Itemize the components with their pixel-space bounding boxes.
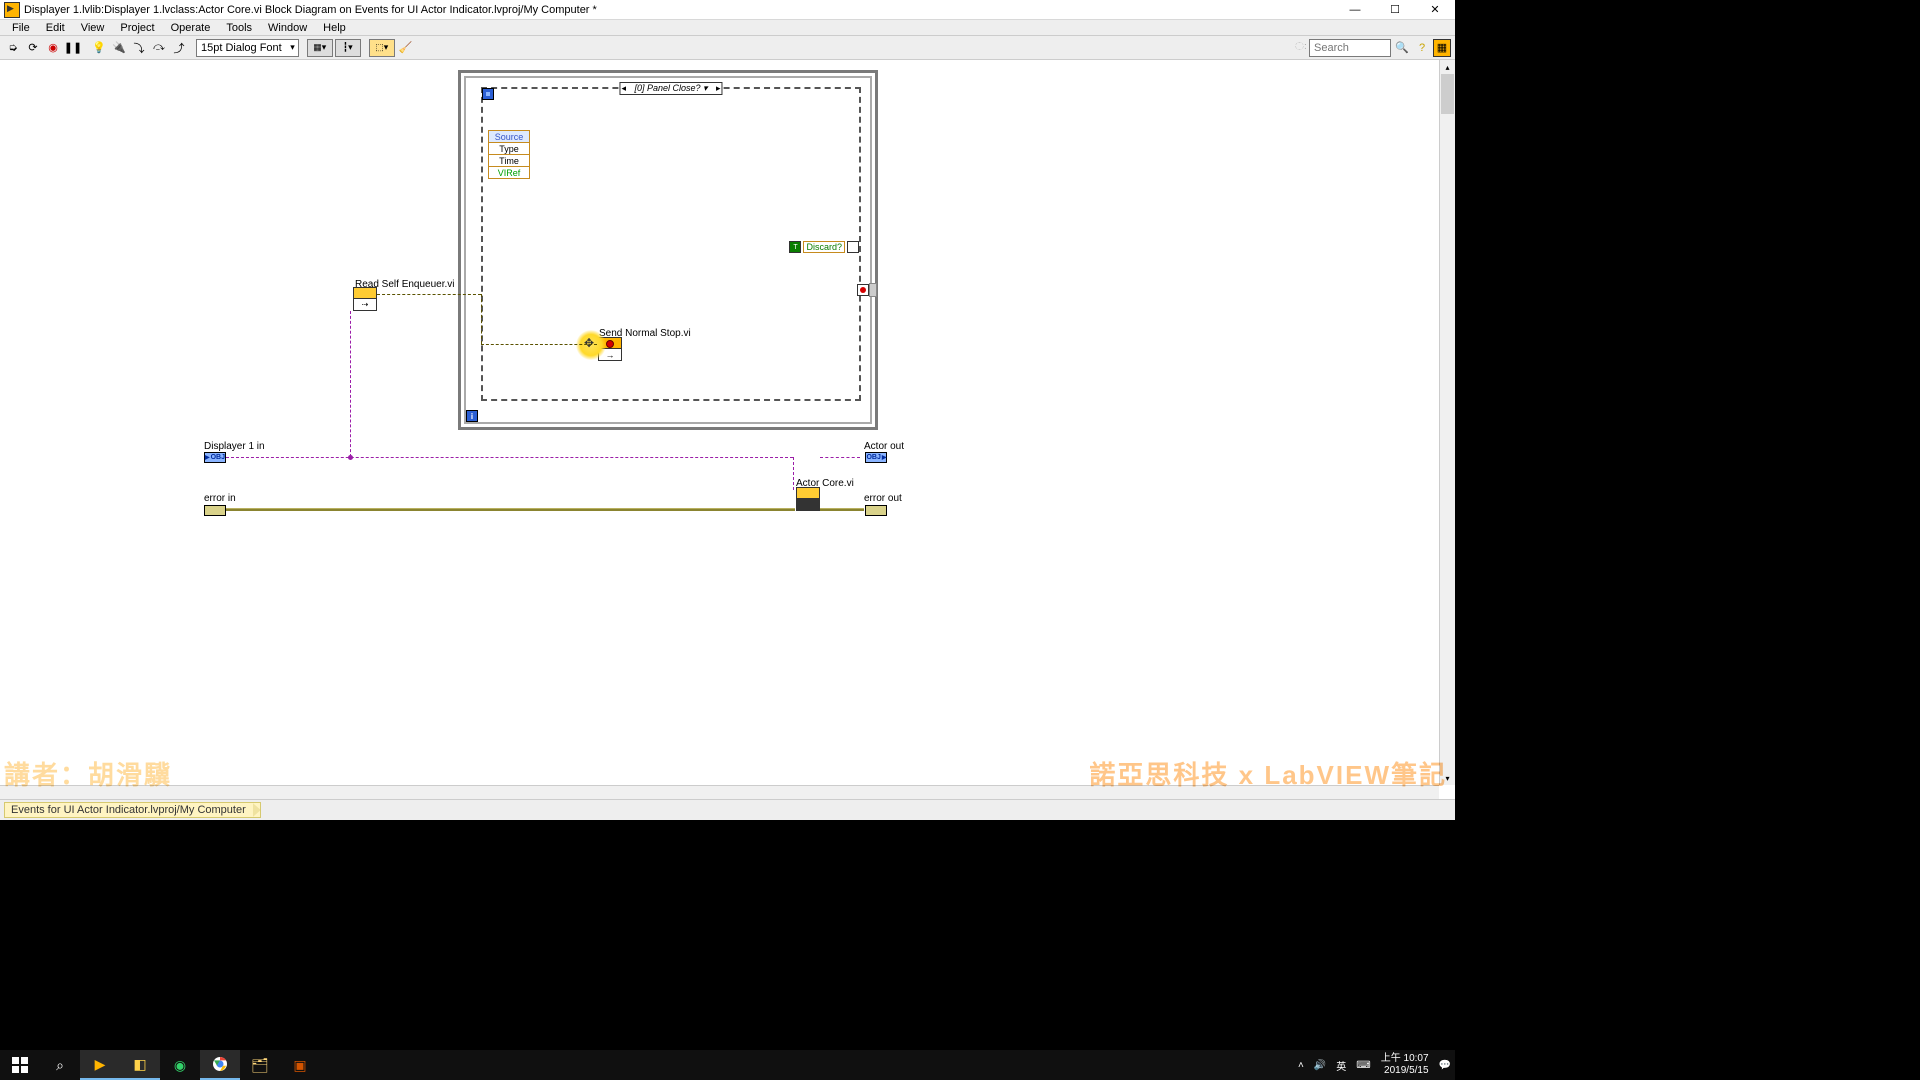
menu-project[interactable]: Project bbox=[112, 22, 162, 34]
icon-view-button[interactable]: ▦ bbox=[1433, 39, 1451, 57]
font-selector[interactable]: 15pt Dialog Font bbox=[196, 39, 299, 57]
discard-output-terminal[interactable] bbox=[847, 241, 859, 253]
actor-core-subvi[interactable] bbox=[796, 487, 820, 511]
error-in-terminal[interactable] bbox=[204, 505, 226, 516]
abort-button[interactable]: ◉ bbox=[44, 39, 62, 57]
error-in-label: error in bbox=[204, 493, 236, 504]
pause-button[interactable]: ❚❚ bbox=[64, 39, 82, 57]
error-wire-out[interactable] bbox=[820, 509, 864, 511]
minimize-button[interactable]: — bbox=[1335, 0, 1375, 20]
class-wire-out[interactable] bbox=[820, 457, 860, 458]
event-case-selector[interactable]: [0] Panel Close? ▾ bbox=[619, 82, 722, 95]
taskbar-line[interactable]: ◉ bbox=[160, 1050, 200, 1080]
tray-date: 2019/5/15 bbox=[1381, 1065, 1429, 1077]
class-wire-up[interactable] bbox=[350, 311, 351, 457]
loop-stop-terminal[interactable] bbox=[857, 284, 869, 296]
event-dynamic-terminal[interactable] bbox=[482, 88, 494, 100]
taskbar-powerpoint[interactable]: ▣ bbox=[280, 1050, 320, 1080]
tray-clock[interactable]: 上午 10:07 2019/5/15 bbox=[1381, 1053, 1429, 1077]
send-normal-stop-subvi[interactable] bbox=[598, 337, 622, 361]
loop-iteration-terminal[interactable]: i bbox=[466, 410, 478, 422]
discard-node[interactable]: T Discard? bbox=[789, 241, 859, 253]
tray-notifications-icon[interactable]: 💬 bbox=[1439, 1060, 1451, 1071]
wire-junction bbox=[348, 455, 353, 460]
error-out-terminal[interactable] bbox=[865, 505, 887, 516]
run-continuously-button[interactable]: ⟳ bbox=[24, 39, 42, 57]
distribute-objects-button[interactable]: ┇▾ bbox=[335, 39, 361, 57]
enqueuer-wire-h2[interactable] bbox=[481, 344, 597, 345]
enqueuer-wire-v[interactable] bbox=[481, 294, 482, 344]
while-loop[interactable]: i [0] Panel Close? ▾ Source Type Time VI… bbox=[458, 70, 878, 430]
step-into-button[interactable]: ⤵ bbox=[130, 39, 148, 57]
taskbar-search[interactable]: ⌕ bbox=[40, 1050, 80, 1080]
menu-edit[interactable]: Edit bbox=[38, 22, 73, 34]
taskbar-labview[interactable]: ▶ bbox=[80, 1050, 120, 1080]
class-wire[interactable] bbox=[226, 457, 793, 458]
error-out-label: error out bbox=[864, 493, 902, 504]
start-button[interactable] bbox=[0, 1050, 40, 1080]
reorder-button[interactable]: ⬚▾ bbox=[369, 39, 395, 57]
menu-file[interactable]: File bbox=[4, 22, 38, 34]
menu-help[interactable]: Help bbox=[315, 22, 354, 34]
status-breadcrumb[interactable]: Events for UI Actor Indicator.lvproj/My … bbox=[4, 802, 261, 818]
menu-operate[interactable]: Operate bbox=[163, 22, 219, 34]
cleanup-diagram-button[interactable]: 🧹 bbox=[397, 39, 415, 57]
highlight-execution-button[interactable]: 💡 bbox=[90, 39, 108, 57]
vertical-scrollbar[interactable]: ▴ ▾ bbox=[1439, 60, 1455, 785]
search-input[interactable] bbox=[1309, 39, 1391, 57]
step-over-button[interactable]: ⤼ bbox=[150, 39, 168, 57]
menu-tools[interactable]: Tools bbox=[218, 22, 260, 34]
menu-view[interactable]: View bbox=[73, 22, 113, 34]
displayer-in-terminal[interactable]: OBJ bbox=[204, 452, 226, 463]
displayer-in-label: Displayer 1 in bbox=[204, 441, 265, 452]
maximize-button[interactable]: ☐ bbox=[1375, 0, 1415, 20]
font-selector-label: 15pt Dialog Font bbox=[201, 42, 282, 54]
taskbar-app2[interactable]: ◧ bbox=[120, 1050, 160, 1080]
tray-chevron-up-icon[interactable]: ˄ bbox=[1298, 1060, 1304, 1071]
tray-time: 上午 10:07 bbox=[1381, 1053, 1429, 1065]
step-out-button[interactable]: ⤴ bbox=[170, 39, 188, 57]
loop-tunnel[interactable] bbox=[869, 283, 877, 297]
search-button[interactable]: 🔍 bbox=[1393, 39, 1411, 57]
window-title: Displayer 1.lvlib:Displayer 1.lvclass:Ac… bbox=[24, 4, 1335, 16]
menu-window[interactable]: Window bbox=[260, 22, 315, 34]
context-help-button[interactable]: ? bbox=[1413, 39, 1431, 57]
labview-icon bbox=[4, 2, 20, 18]
vertical-scrollbar-thumb[interactable] bbox=[1441, 74, 1454, 114]
enqueuer-wire-h1[interactable] bbox=[377, 294, 481, 295]
actor-out-label: Actor out bbox=[864, 441, 904, 452]
read-self-enqueuer-subvi[interactable]: ⇢ bbox=[353, 287, 377, 311]
align-objects-button[interactable]: ▦▾ bbox=[307, 39, 333, 57]
status-breadcrumb-label: Events for UI Actor Indicator.lvproj/My … bbox=[11, 804, 246, 816]
discard-label: Discard? bbox=[803, 241, 845, 253]
event-structure[interactable]: [0] Panel Close? ▾ Source Type Time VIRe… bbox=[481, 87, 861, 401]
tray-volume-icon[interactable]: 🔊 bbox=[1314, 1060, 1326, 1071]
class-wire-down[interactable] bbox=[793, 457, 794, 490]
error-wire[interactable] bbox=[226, 509, 795, 511]
actor-out-terminal[interactable]: OBJ bbox=[865, 452, 887, 463]
event-data-node[interactable]: Source Type Time VIRef bbox=[488, 131, 530, 179]
horizontal-scrollbar[interactable] bbox=[0, 785, 1439, 799]
event-data-viref: VIRef bbox=[488, 166, 530, 179]
windows-taskbar[interactable]: ⌕ ▶ ◧ ◉ 🗂 ▣ ˄ 🔊 英 ⌨ 上午 10:07 2019/5/15 💬 bbox=[0, 1050, 1455, 1080]
close-button[interactable]: ✕ bbox=[1415, 0, 1455, 20]
tray-ime[interactable]: 英 bbox=[1336, 1058, 1346, 1073]
run-button[interactable]: ➭ bbox=[4, 39, 22, 57]
block-diagram-canvas[interactable]: i [0] Panel Close? ▾ Source Type Time VI… bbox=[0, 60, 1439, 785]
tray-keyboard-icon[interactable]: ⌨ bbox=[1356, 1060, 1370, 1071]
taskbar-explorer[interactable]: 🗂 bbox=[240, 1050, 280, 1080]
retain-wire-values-button[interactable]: 🔌 bbox=[110, 39, 128, 57]
taskbar-chrome[interactable] bbox=[200, 1050, 240, 1080]
boolean-true-constant[interactable]: T bbox=[789, 241, 801, 253]
